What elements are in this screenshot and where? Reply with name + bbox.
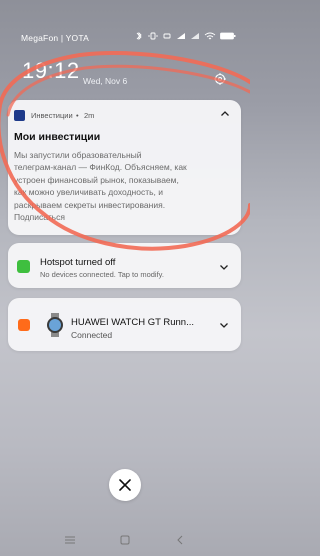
notification-app-name: Инвестиции — [31, 111, 73, 120]
lockscreen-date: Wed, Nov 6 — [83, 76, 128, 86]
notification-title: HUAWEI WATCH GT Runn... — [71, 317, 194, 328]
lockscreen-time: 19:12 — [22, 58, 80, 83]
wifi-icon — [204, 32, 216, 40]
notification-settings-icon[interactable] — [213, 72, 227, 86]
health-app-icon — [18, 319, 30, 331]
notification-body-line: телеграм-канал — ФинКод. Объясняем, как — [14, 162, 187, 173]
notification-separator: • — [76, 111, 79, 120]
watch-thumbnail-icon — [47, 313, 63, 337]
expand-chevron-icon[interactable] — [217, 318, 231, 332]
notification-title: Мои инвестиции — [14, 131, 101, 143]
notification-title: Hotspot turned off — [40, 257, 116, 268]
notification-body: Мы запустили образовательный телеграм-ка… — [14, 149, 236, 223]
subscribe-link[interactable]: Подписаться — [14, 211, 236, 223]
notification-body-line: как можно увеличивать доходность, и — [14, 187, 164, 198]
close-icon — [119, 479, 131, 491]
navigation-bar — [0, 528, 250, 556]
carrier-label: MegaFon | YOTA — [21, 33, 89, 43]
recents-icon[interactable] — [58, 528, 82, 552]
notification-body-line: устроен финансовый рынок, показываем, — [14, 174, 179, 185]
expand-chevron-icon[interactable] — [217, 260, 231, 274]
status-bar: MegaFon | YOTA — [0, 0, 250, 43]
battery-saver-icon — [163, 33, 171, 39]
notification-time: 2m — [84, 111, 95, 120]
collapse-chevron-icon[interactable] — [218, 107, 232, 121]
hotspot-icon — [17, 260, 30, 273]
investments-app-icon — [14, 110, 25, 121]
notification-subtitle: Connected — [71, 330, 113, 340]
clear-all-button[interactable] — [109, 469, 141, 501]
signal-icon-1 — [177, 33, 185, 39]
status-icons — [134, 32, 236, 40]
battery-icon — [220, 32, 236, 40]
signal-icon-2 — [191, 33, 199, 39]
bluetooth-icon — [136, 32, 142, 40]
back-icon[interactable] — [168, 528, 192, 552]
notification-body-line: Мы запустили образовательный — [14, 150, 142, 160]
home-icon[interactable] — [113, 528, 137, 552]
vibrate-icon — [148, 32, 158, 40]
notification-body-line: раскрываем секреты инвестирования. — [14, 199, 166, 210]
notification-subtitle: No devices connected. Tap to modify. — [40, 270, 164, 279]
